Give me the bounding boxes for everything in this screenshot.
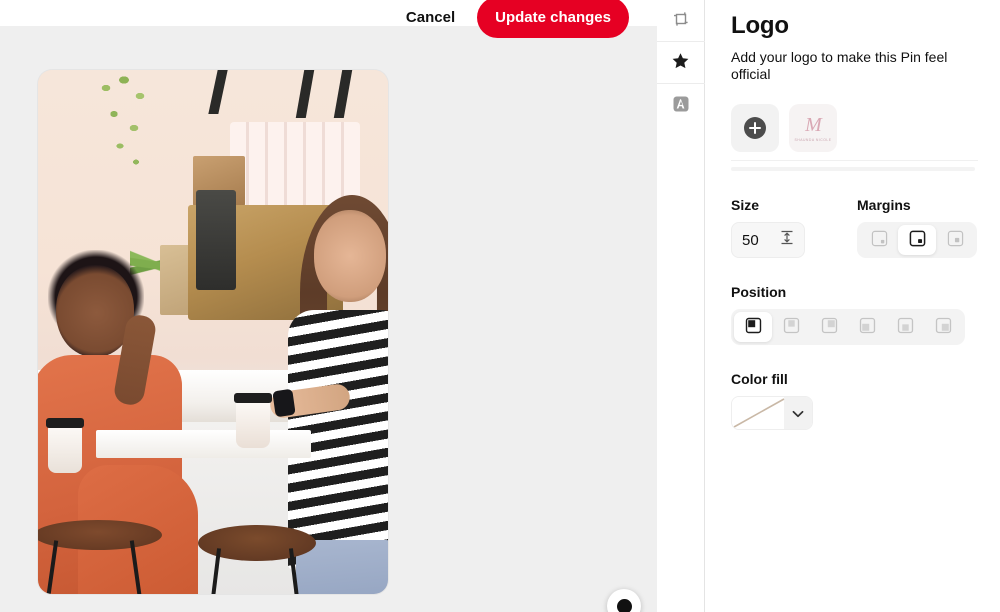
pin-preview-toggle-button[interactable] (607, 589, 641, 612)
vertical-scale-icon[interactable] (780, 230, 794, 250)
color-fill-swatch[interactable] (732, 397, 785, 430)
position-control: Position (731, 284, 978, 346)
panel-title: Logo (731, 12, 789, 39)
logo-list: M SHAUNDA NICOLE (731, 104, 978, 162)
size-control: Size 50 (731, 197, 805, 259)
position-bottom-center-icon (897, 317, 914, 337)
photo-coffee-cup (234, 393, 272, 448)
position-top-right-icon (821, 317, 838, 337)
position-top-right-option[interactable] (810, 312, 848, 342)
margin-medium-icon (909, 230, 926, 250)
size-value: 50 (742, 231, 759, 249)
logo-settings-panel: Logo Add your logo to make this Pin feel… (705, 0, 1000, 612)
color-fill-picker (731, 396, 813, 431)
logo-caption: SHAUNDA NICOLE (794, 137, 832, 142)
logo-list-scrollbar[interactable] (731, 167, 975, 172)
star-icon (671, 52, 690, 74)
editor-topbar: Cancel Update changes (0, 0, 657, 38)
margin-large-icon (947, 230, 964, 250)
pin-preview-image[interactable] (38, 70, 388, 594)
position-top-center-option[interactable] (772, 312, 810, 342)
cancel-button[interactable]: Cancel (406, 10, 455, 25)
margins-control: Margins (857, 197, 977, 259)
tool-crop-frame[interactable] (656, 0, 705, 42)
photo-coffee-cup (46, 418, 84, 473)
editor-toolstrip (656, 0, 705, 612)
position-label: Position (731, 284, 787, 301)
tool-text[interactable] (657, 84, 705, 126)
photo-wristwatch (272, 388, 296, 418)
position-bottom-center-option[interactable] (886, 312, 924, 342)
color-fill-control: Color fill (731, 371, 978, 434)
logo-monogram: M (805, 113, 822, 136)
position-bottom-right-option[interactable] (924, 312, 962, 342)
update-changes-button[interactable]: Update changes (477, 0, 629, 38)
position-top-left-icon (745, 317, 762, 337)
position-bottom-left-icon (859, 317, 876, 337)
crop-frame-icon (672, 10, 690, 31)
logo-picker: M SHAUNDA NICOLE (731, 104, 978, 172)
photo-bar-top (96, 430, 311, 458)
plus-circle-icon (744, 117, 766, 140)
chevron-down-icon (792, 406, 804, 421)
size-label: Size (731, 197, 760, 214)
size-margins-row: Size 50 Margins (731, 197, 978, 259)
margins-segmented-control (857, 222, 977, 259)
color-fill-label: Color fill (731, 371, 788, 388)
position-top-left-option[interactable] (734, 312, 772, 343)
margin-small-option[interactable] (860, 225, 898, 255)
text-a-icon (672, 95, 690, 116)
position-bottom-left-option[interactable] (848, 312, 886, 342)
photo-hanging-plant (90, 70, 168, 185)
logo-thumbnail[interactable]: M SHAUNDA NICOLE (789, 104, 837, 153)
margin-small-icon (871, 230, 888, 250)
position-top-center-icon (783, 317, 800, 337)
canvas-pane: Cancel Update changes (0, 0, 657, 612)
tool-logo-star[interactable] (656, 42, 705, 84)
position-bottom-right-icon (935, 317, 952, 337)
margins-label: Margins (857, 197, 911, 214)
margin-medium-option[interactable] (898, 225, 936, 256)
photo-grinder (196, 190, 236, 290)
margin-large-option[interactable] (936, 225, 974, 255)
panel-description: Add your logo to make this Pin feel offi… (731, 49, 948, 82)
size-input[interactable]: 50 (731, 222, 805, 259)
circle-icon (616, 598, 632, 612)
color-fill-dropdown-button[interactable] (784, 397, 812, 430)
photo-person-right-head (314, 210, 386, 302)
position-segmented-control (731, 309, 965, 346)
pin-editor: Cancel Update changes Logo Add your logo… (0, 0, 1000, 612)
add-logo-button[interactable] (731, 104, 779, 153)
